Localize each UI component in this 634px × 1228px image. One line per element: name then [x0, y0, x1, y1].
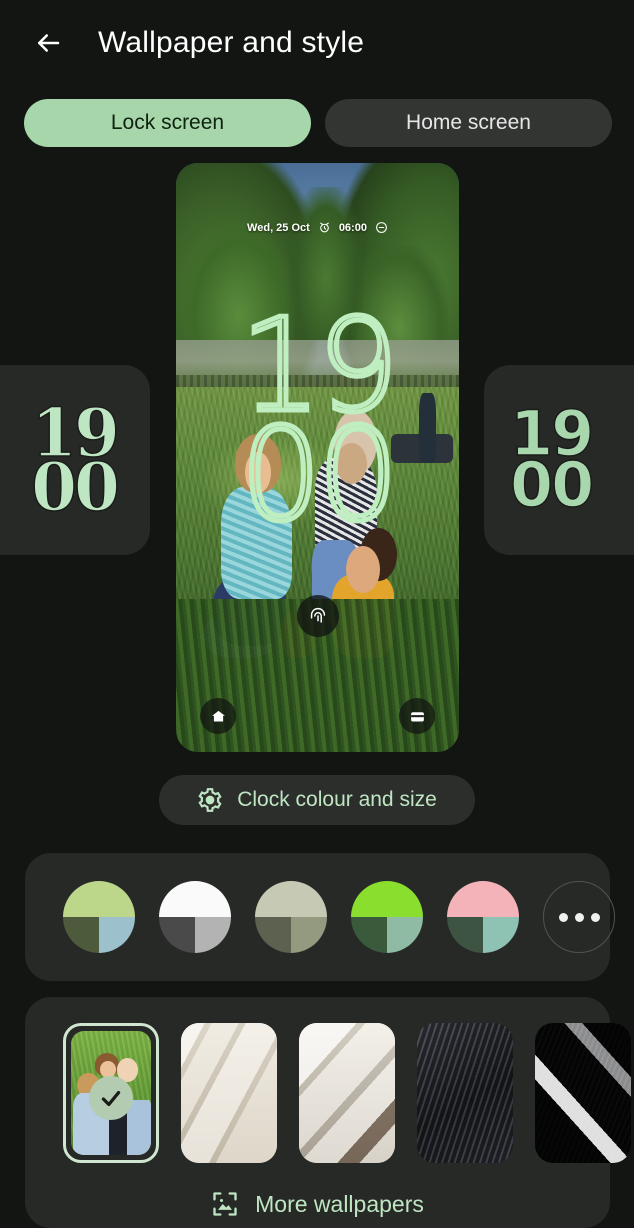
- colour-swatch-0[interactable]: [63, 881, 135, 953]
- swatch-bottom-right: [291, 917, 327, 953]
- swatch-top: [255, 881, 327, 917]
- clock-style-right-minutes: 00: [509, 448, 595, 521]
- wallpapers-panel: More wallpapers: [25, 997, 631, 1228]
- swatch-bottom-right: [483, 917, 519, 953]
- wallpaper-thumbnail-1[interactable]: [181, 1023, 277, 1163]
- top-app-bar: Wallpaper and style: [0, 0, 634, 86]
- colour-swatch-1[interactable]: [159, 881, 231, 953]
- more-wallpapers-button[interactable]: More wallpapers: [25, 1190, 610, 1218]
- clock-style-card-previous[interactable]: 19 00: [0, 365, 150, 555]
- wallpaper-thumbnail-2[interactable]: [299, 1023, 395, 1163]
- swatch-bottom-left: [63, 917, 99, 953]
- wallet-icon: [410, 711, 424, 721]
- preview-alarm-time: 06:00: [338, 221, 367, 234]
- more-wallpapers-label: More wallpapers: [255, 1190, 424, 1217]
- swatch-bottom-left: [351, 917, 387, 953]
- wallpaper-thumbnail-image: [535, 1023, 631, 1163]
- colour-swatches-panel: [25, 853, 615, 981]
- swatch-bottom-left: [447, 917, 483, 953]
- swatch-top: [159, 881, 231, 917]
- swatch-bottom-left: [159, 917, 195, 953]
- do-not-disturb-icon: [375, 221, 388, 234]
- tab-lock-screen[interactable]: Lock screen: [24, 99, 311, 147]
- clock-style-card-next[interactable]: 19 00: [484, 365, 634, 555]
- alarm-clock-icon: [318, 221, 331, 234]
- wallpaper-thumbnail-row: [25, 1023, 631, 1163]
- check-icon: [101, 1090, 121, 1107]
- clock-colour-and-size-label: Clock colour and size: [237, 788, 437, 811]
- swatch-bottom-right: [195, 917, 231, 953]
- wallpaper-thumbnail-0[interactable]: [63, 1023, 159, 1163]
- tab-home-screen[interactable]: Home screen: [325, 99, 612, 147]
- clock-style-preview-decorative: 19 00: [0, 365, 150, 555]
- wallpaper-thumbnail-image: [299, 1023, 395, 1163]
- preview-status-line: Wed, 25 Oct 06:00: [176, 221, 459, 234]
- home-controls-icon: [211, 710, 225, 721]
- wallpaper-thumbnail-4[interactable]: [535, 1023, 631, 1163]
- fingerprint-sensor[interactable]: [296, 595, 339, 637]
- wallpaper-thumbnail-3[interactable]: [417, 1023, 513, 1163]
- wallpaper-thumbnail-image: [417, 1023, 513, 1163]
- swatch-bottom-right: [99, 917, 135, 953]
- colour-swatch-2[interactable]: [255, 881, 327, 953]
- back-button[interactable]: [22, 17, 74, 69]
- preview-date: Wed, 25 Oct: [247, 221, 310, 234]
- clock-style-left-minutes: 00: [30, 448, 120, 526]
- image-icon: [213, 1192, 237, 1216]
- wallpaper-thumbnail-image: [71, 1031, 151, 1155]
- lock-screen-preview[interactable]: Wed, 25 Oct 06:00 19 00: [176, 163, 459, 752]
- page-title: Wallpaper and style: [98, 26, 365, 59]
- wallpaper-thumbnail-image: [181, 1023, 277, 1163]
- swatch-bottom-right: [387, 917, 423, 953]
- swatch-top: [447, 881, 519, 917]
- fingerprint-icon: [310, 607, 325, 623]
- shortcut-home-controls[interactable]: [200, 698, 236, 734]
- swatch-top: [63, 881, 135, 917]
- arrow-left-icon: [38, 34, 60, 52]
- colour-swatch-4[interactable]: [447, 881, 519, 953]
- swatch-bottom-left: [255, 917, 291, 953]
- screen-mode-tabs: Lock screen Home screen: [24, 99, 612, 147]
- clock-colour-and-size-button[interactable]: Clock colour and size: [159, 775, 475, 825]
- tab-home-screen-label: Home screen: [406, 111, 531, 134]
- selected-check-badge: [89, 1075, 133, 1120]
- clock-style-preview-bold: 19 00: [484, 365, 634, 555]
- gear-icon: [198, 788, 222, 812]
- colour-swatch-3[interactable]: [351, 881, 423, 953]
- three-dots-icon: [558, 912, 600, 922]
- wallpaper-and-style-screen: Wallpaper and style Lock screen Home scr…: [0, 0, 634, 1228]
- swatch-top: [351, 881, 423, 917]
- tab-lock-screen-label: Lock screen: [110, 111, 225, 134]
- shortcut-wallet[interactable]: [399, 698, 435, 734]
- preview-clock-minutes: 00: [238, 400, 402, 550]
- preview-clock[interactable]: 19 00: [176, 300, 459, 550]
- more-colours-button[interactable]: [543, 881, 615, 953]
